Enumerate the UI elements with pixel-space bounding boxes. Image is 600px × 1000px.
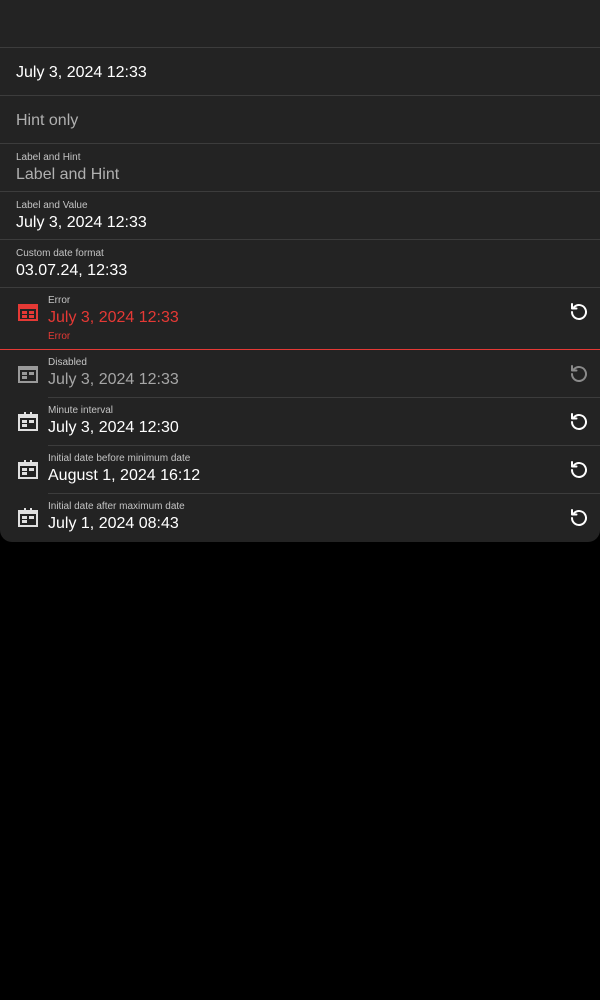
disabled-date-field: Disabled July 3, 2024 12:33 xyxy=(0,350,600,398)
calendar-icon xyxy=(18,508,38,527)
error-helper-text: Error xyxy=(48,331,71,342)
reset-icon[interactable] xyxy=(567,506,591,530)
field-label: Label and Hint xyxy=(16,152,81,163)
before-minimum-date-field[interactable]: Initial date before minimum date August … xyxy=(0,446,600,494)
reset-icon[interactable] xyxy=(567,410,591,434)
error-date-field[interactable]: Error July 3, 2024 12:33 Error xyxy=(0,288,600,350)
calendar-icon xyxy=(18,304,38,321)
field-label: Error xyxy=(48,295,71,306)
field-value: July 3, 2024 12:33 xyxy=(48,309,179,326)
field-value: August 1, 2024 16:12 xyxy=(48,467,201,484)
value-only-date-field[interactable]: July 3, 2024 12:33 xyxy=(0,48,600,96)
field-hint: Hint only xyxy=(16,112,79,129)
custom-format-date-field[interactable]: Custom date format 03.07.24, 12:33 xyxy=(0,240,600,288)
field-label: Disabled xyxy=(48,357,87,368)
field-value: 03.07.24, 12:33 xyxy=(16,262,128,279)
date-fields-sheet: July 3, 2024 12:33 Hint only Label and H… xyxy=(0,0,600,542)
reset-icon xyxy=(571,365,587,382)
after-maximum-date-field[interactable]: Initial date after maximum date July 1, … xyxy=(0,494,600,542)
label-and-value-date-field[interactable]: Label and Value July 3, 2024 12:33 xyxy=(0,192,600,240)
field-value: July 3, 2024 12:33 xyxy=(48,371,179,388)
field-value: July 3, 2024 12:30 xyxy=(48,419,179,436)
hint-only-date-field[interactable]: Hint only xyxy=(0,96,600,144)
field-label: Label and Value xyxy=(16,200,88,211)
field-value: July 3, 2024 12:33 xyxy=(16,214,147,231)
field-label: Initial date after maximum date xyxy=(48,501,185,512)
reset-icon[interactable] xyxy=(567,300,591,324)
field-label: Custom date format xyxy=(16,248,104,259)
field-value: July 3, 2024 12:33 xyxy=(16,64,147,81)
field-label: Minute interval xyxy=(48,405,114,416)
field-hint: Label and Hint xyxy=(16,166,120,183)
minute-interval-date-field[interactable]: Minute interval July 3, 2024 12:30 xyxy=(0,398,600,446)
label-and-hint-date-field[interactable]: Label and Hint Label and Hint xyxy=(0,144,600,192)
empty-date-field[interactable] xyxy=(0,0,600,48)
calendar-icon xyxy=(18,366,38,383)
calendar-icon xyxy=(18,460,38,479)
reset-icon[interactable] xyxy=(567,458,591,482)
field-value: July 1, 2024 08:43 xyxy=(48,515,179,532)
field-label: Initial date before minimum date xyxy=(48,453,191,464)
calendar-icon xyxy=(18,412,38,431)
